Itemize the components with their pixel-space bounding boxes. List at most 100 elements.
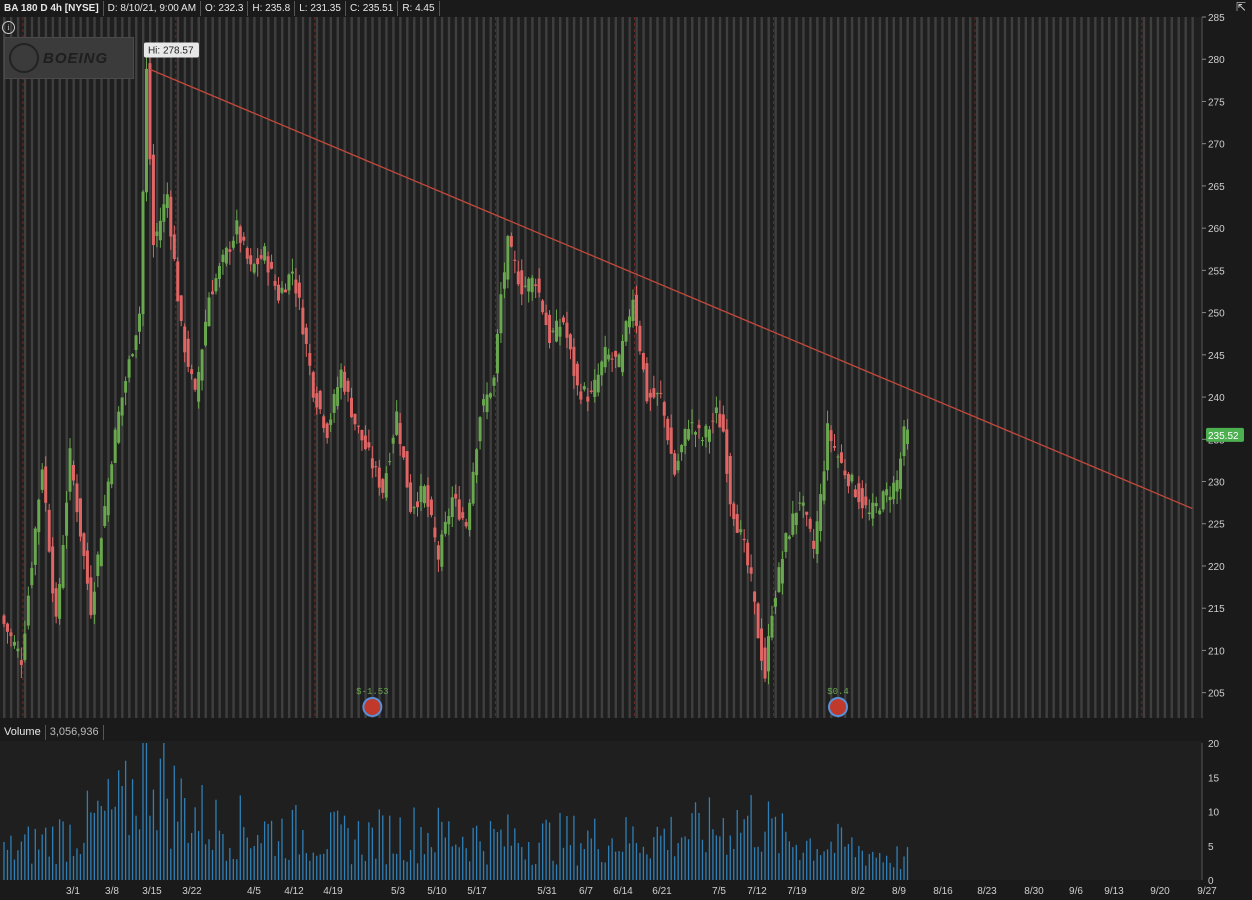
candle-body bbox=[367, 442, 371, 448]
candle-body bbox=[593, 379, 597, 397]
candle-body bbox=[450, 497, 454, 517]
candle-body bbox=[742, 538, 746, 541]
info-icon[interactable]: i bbox=[2, 21, 15, 34]
candle-body bbox=[336, 387, 340, 406]
candle-body bbox=[610, 358, 614, 360]
period-stripe bbox=[899, 17, 902, 718]
candle-body bbox=[582, 386, 586, 390]
period-stripe bbox=[294, 17, 298, 718]
candle-body bbox=[548, 314, 552, 344]
candle-body bbox=[426, 485, 430, 507]
candle-body bbox=[885, 489, 889, 496]
candle-body bbox=[760, 628, 764, 661]
candle-body bbox=[454, 493, 458, 499]
date-tick-label: 4/5 bbox=[247, 886, 261, 897]
candle-body bbox=[662, 402, 666, 416]
period-stripe bbox=[301, 17, 305, 718]
candle-body bbox=[721, 414, 725, 432]
period-stripe bbox=[1052, 17, 1055, 718]
period-stripe bbox=[1080, 17, 1083, 718]
candle-body bbox=[846, 473, 850, 487]
candle-body bbox=[409, 482, 413, 512]
date-tick-label: 9/20 bbox=[1150, 886, 1170, 897]
candle-body bbox=[888, 496, 892, 501]
period-stripe bbox=[440, 17, 444, 718]
period-stripe bbox=[1177, 17, 1180, 718]
candle-body bbox=[374, 466, 378, 468]
candle-body bbox=[906, 429, 909, 445]
candle-body bbox=[443, 521, 447, 534]
period-stripe bbox=[44, 17, 48, 718]
hi-label: Hi: 278.57 bbox=[148, 45, 194, 56]
period-stripe bbox=[1108, 17, 1111, 718]
candle-body bbox=[395, 411, 399, 435]
period-stripe bbox=[1066, 17, 1069, 718]
price-tick-label: 280 bbox=[1208, 55, 1225, 66]
period-stripe bbox=[482, 17, 485, 718]
candle-body bbox=[600, 361, 604, 376]
candle-body bbox=[19, 660, 23, 665]
candle-body bbox=[370, 458, 374, 469]
candle-body bbox=[676, 460, 680, 471]
date-tick-label: 9/6 bbox=[1069, 886, 1083, 897]
candle-body bbox=[245, 248, 249, 259]
period-stripe bbox=[885, 17, 889, 718]
period-stripe bbox=[1031, 17, 1034, 718]
period-stripe bbox=[663, 17, 666, 718]
candle-body bbox=[290, 271, 294, 274]
period-stripe bbox=[677, 17, 680, 718]
period-stripe bbox=[232, 17, 235, 718]
period-stripe bbox=[545, 17, 548, 718]
period-stripe bbox=[169, 17, 173, 718]
candle-body bbox=[277, 284, 281, 301]
candle-body bbox=[82, 533, 86, 556]
candle-body bbox=[812, 540, 816, 549]
price-tick-label: 245 bbox=[1208, 351, 1225, 362]
candle-body bbox=[259, 255, 263, 259]
collapse-icon[interactable]: ⇱ bbox=[1236, 0, 1248, 14]
candle-body bbox=[117, 411, 121, 443]
candle-body bbox=[263, 246, 267, 261]
symbol-label[interactable]: BA 180 D 4h [NYSE] bbox=[0, 1, 104, 16]
period-stripe bbox=[510, 17, 513, 718]
candle-body bbox=[405, 451, 409, 488]
candle-body bbox=[673, 453, 677, 475]
candle-body bbox=[617, 354, 621, 368]
candle-body bbox=[325, 423, 329, 439]
candle-body bbox=[61, 545, 65, 588]
candle-body bbox=[231, 240, 235, 248]
date-tick-label: 5/17 bbox=[467, 886, 487, 897]
candle-body bbox=[158, 220, 162, 241]
candle-body bbox=[728, 456, 732, 505]
candle-body bbox=[482, 399, 486, 406]
period-stripe bbox=[350, 17, 353, 718]
period-stripe bbox=[433, 17, 437, 718]
dividend-label: $0.4 bbox=[827, 687, 849, 697]
volume-tick-label: 20 bbox=[1208, 739, 1220, 750]
candle-body bbox=[541, 300, 545, 313]
candle-body bbox=[641, 353, 645, 370]
candle-body bbox=[92, 591, 96, 615]
volume-header: Volume 3,056,936 bbox=[0, 724, 104, 740]
price-chart[interactable]: 2052102152202252302352402452502552602652… bbox=[0, 0, 1252, 900]
period-stripe bbox=[246, 17, 249, 718]
candle-body bbox=[628, 316, 631, 328]
candle-body bbox=[739, 529, 743, 533]
period-stripe bbox=[162, 17, 166, 718]
candle-body bbox=[127, 359, 131, 378]
candle-body bbox=[777, 567, 781, 592]
period-stripe bbox=[718, 17, 722, 718]
candle-body bbox=[68, 448, 72, 492]
period-stripe bbox=[183, 17, 187, 718]
period-stripe bbox=[107, 17, 110, 718]
candle-body bbox=[787, 536, 791, 539]
candle-body bbox=[322, 416, 326, 429]
candle-body bbox=[2, 615, 6, 624]
period-stripe bbox=[1170, 17, 1173, 718]
date-tick-label: 3/15 bbox=[142, 886, 162, 897]
date-tick-label: 9/27 bbox=[1197, 886, 1217, 897]
price-tick-label: 275 bbox=[1208, 97, 1225, 108]
candle-body bbox=[44, 466, 48, 503]
period-stripe bbox=[385, 17, 388, 718]
candle-body bbox=[659, 392, 663, 394]
